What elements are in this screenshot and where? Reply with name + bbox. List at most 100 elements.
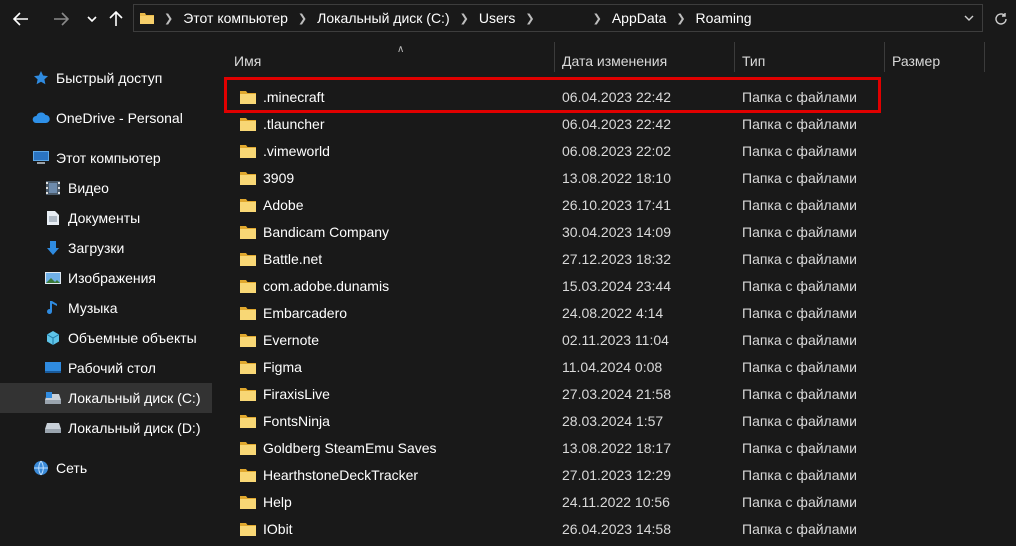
file-name: com.adobe.dunamis — [263, 277, 390, 294]
file-date: 06.04.2023 22:42 — [562, 115, 671, 132]
file-date: 30.04.2023 14:09 — [562, 223, 671, 240]
sidebar-item-music[interactable]: › Музыка — [12, 293, 212, 323]
file-date: 02.11.2023 11:04 — [562, 331, 669, 348]
refresh-button[interactable] — [988, 6, 1014, 32]
file-date: 26.10.2023 17:41 — [562, 196, 671, 213]
folder-icon — [240, 522, 256, 536]
sidebar-item-drive-c[interactable]: › Локальный диск (C:) — [0, 383, 212, 413]
folder-icon — [240, 144, 256, 158]
folder-icon — [240, 198, 256, 212]
breadcrumb-this-pc[interactable]: Этот компьютер — [183, 10, 288, 26]
up-button[interactable] — [106, 6, 126, 32]
column-header-type[interactable]: Тип — [732, 46, 882, 76]
file-type: Папка с файлами — [742, 439, 857, 456]
refresh-icon — [995, 13, 1007, 25]
chevron-down-icon[interactable] — [964, 14, 974, 22]
file-name-cell: FontsNinja — [240, 407, 330, 434]
file-type: Папка с файлами — [742, 142, 857, 159]
sidebar-item-drive-d[interactable]: › Локальный диск (D:) — [0, 413, 212, 443]
sidebar-item-videos[interactable]: › Видео — [12, 173, 212, 203]
folder-icon — [240, 171, 256, 185]
file-name-cell: .minecraft — [240, 83, 324, 110]
breadcrumb-separator: ❯ — [676, 12, 686, 25]
folder-icon — [240, 441, 256, 455]
sidebar-item-pictures[interactable]: › Изображения — [12, 263, 212, 293]
file-row[interactable]: FiraxisLive 27.03.2024 21:58 Папка с файла… — [224, 380, 894, 407]
breadcrumb-separator: ❯ — [525, 12, 535, 25]
breadcrumb-appdata[interactable]: AppData — [612, 10, 666, 26]
video-icon — [44, 179, 62, 197]
file-row[interactable]: .minecraft 06.04.2023 22:42 Папка с файлам… — [224, 83, 894, 110]
file-name-cell: Figma — [240, 353, 302, 380]
column-header-size[interactable]: Размер — [882, 46, 982, 76]
image-icon — [44, 269, 62, 287]
file-name-cell: Help — [240, 488, 292, 515]
file-name: IObit — [263, 520, 293, 537]
sidebar-item-onedrive[interactable]: › OneDrive - Personal — [0, 103, 212, 133]
file-row[interactable]: Battle.net 27.12.2023 18:32 Папка с файлам… — [224, 245, 894, 272]
file-row[interactable]: IObit 26.04.2023 14:58 Папка с файлами — [224, 515, 894, 542]
breadcrumb-drive-c[interactable]: Локальный диск (C:) — [317, 10, 450, 26]
file-type: Папка с файлами — [742, 88, 857, 105]
breadcrumb-users[interactable]: Users — [479, 10, 516, 26]
file-type: Папка с файлами — [742, 304, 857, 321]
column-header-label: Размер — [892, 53, 941, 69]
sidebar-item-this-pc[interactable]: › Этот компьютер — [0, 143, 212, 173]
file-row[interactable]: com.adobe.dunamis 15.03.2024 23:44 Папка с… — [224, 272, 894, 299]
sidebar-item-label: Видео — [68, 180, 109, 196]
file-name-cell: com.adobe.dunamis — [240, 272, 389, 299]
arrow-up-icon — [109, 11, 123, 26]
file-date: 24.11.2022 10:56 — [562, 493, 670, 510]
file-row[interactable]: Goldberg SteamEmu Saves 13.08.2022 18:17 П… — [224, 434, 894, 461]
file-row[interactable]: HearthstoneDeckTracker 27.01.2023 12:29 Па… — [224, 461, 894, 488]
file-row[interactable]: .tlauncher 06.04.2023 22:42 Папка с файлам… — [224, 110, 894, 137]
file-row[interactable]: Adobe 26.10.2023 17:41 Папка с файлами — [224, 191, 894, 218]
file-name-cell: .vimeworld — [240, 137, 330, 164]
file-row[interactable]: .vimeworld 06.08.2023 22:02 Папка с файлам… — [224, 137, 894, 164]
download-icon — [44, 239, 62, 257]
file-row[interactable]: FontsNinja 28.03.2024 1:57 Папка с файлами — [224, 407, 894, 434]
sidebar-item-label: OneDrive - Personal — [56, 110, 183, 126]
column-header-date[interactable]: Дата изменения — [552, 46, 732, 76]
column-header-name[interactable]: ∧ Имя — [224, 44, 554, 76]
sidebar-item-label: Этот компьютер — [56, 150, 161, 166]
chevron-down-icon — [87, 16, 97, 23]
recent-locations-button[interactable] — [84, 6, 100, 32]
sidebar-item-downloads[interactable]: › Загрузки — [12, 233, 212, 263]
column-divider[interactable] — [984, 42, 985, 72]
file-name-cell: IObit — [240, 515, 293, 542]
back-button[interactable] — [8, 6, 34, 32]
sidebar-item-3d-objects[interactable]: › Объемные объекты — [12, 323, 212, 353]
file-row[interactable]: 3909 13.08.2022 18:10 Папка с файлами — [224, 164, 894, 191]
file-row[interactable]: Bandicam Company 30.04.2023 14:09 Папка с … — [224, 218, 894, 245]
sidebar-item-quick-access[interactable]: › Быстрый доступ — [0, 63, 212, 93]
file-name-cell: Battle.net — [240, 245, 322, 272]
file-name: 3909 — [263, 169, 295, 186]
file-name: Adobe — [263, 196, 304, 213]
file-date: 27.01.2023 12:29 — [562, 466, 671, 483]
sidebar-item-documents[interactable]: › Документы — [12, 203, 212, 233]
drive-icon — [44, 419, 62, 437]
arrow-left-icon — [13, 12, 28, 26]
file-row[interactable]: Embarcadero 24.08.2022 4:14 Папка с файлам… — [224, 299, 894, 326]
file-name: .minecraft — [263, 88, 325, 105]
cloud-icon — [32, 109, 50, 127]
file-date: 28.03.2024 1:57 — [562, 412, 664, 429]
sidebar-item-label: Быстрый доступ — [56, 70, 163, 86]
file-name-cell: HearthstoneDeckTracker — [240, 461, 418, 488]
file-row[interactable]: Evernote 02.11.2023 11:04 Папка с файлами — [224, 326, 894, 353]
file-name-cell: Evernote — [240, 326, 319, 353]
breadcrumb-roaming[interactable]: Roaming — [696, 10, 752, 26]
file-row[interactable]: Figma 11.04.2024 0:08 Папка с файлами — [224, 353, 894, 380]
file-type: Папка с файлами — [742, 196, 857, 213]
sidebar-item-network[interactable]: › Сеть — [0, 453, 212, 483]
folder-icon — [240, 225, 256, 239]
file-row[interactable]: Help 24.11.2022 10:56 Папка с файлами — [224, 488, 894, 515]
address-bar[interactable]: ❯ Этот компьютер ❯ Локальный диск (C:) ❯… — [133, 4, 983, 32]
file-type: Папка с файлами — [742, 250, 857, 267]
sidebar-item-label: Рабочий стол — [68, 360, 156, 376]
document-icon — [44, 209, 62, 227]
forward-button[interactable] — [48, 6, 74, 32]
breadcrumb-separator: ❯ — [592, 12, 602, 25]
sidebar-item-desktop[interactable]: › Рабочий стол — [12, 353, 212, 383]
